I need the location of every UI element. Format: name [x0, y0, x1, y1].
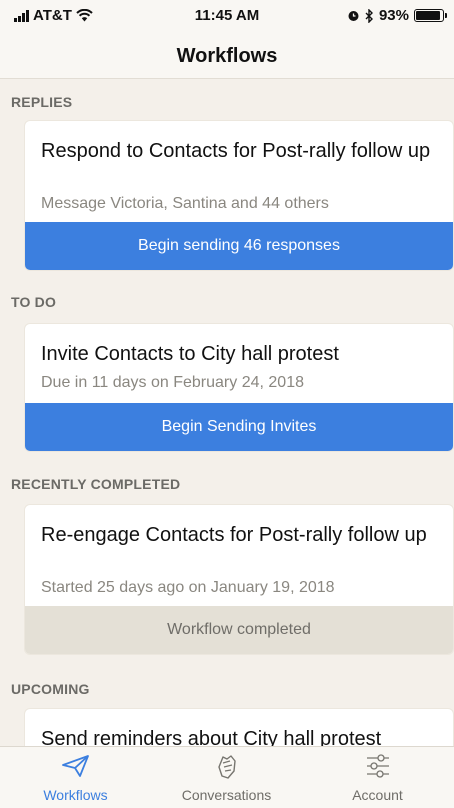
section-label-todo: TO DO: [11, 294, 57, 310]
tab-conversations[interactable]: Conversations: [151, 747, 302, 808]
section-label-upcoming: UPCOMING: [11, 681, 90, 697]
card-subtitle: Started 25 days ago on January 19, 2018: [41, 579, 335, 596]
section-label-replies: REPLIES: [11, 94, 73, 110]
tab-workflows[interactable]: Workflows: [0, 747, 151, 808]
bluetooth-icon: [365, 8, 373, 23]
status-right: 93%: [347, 7, 447, 24]
paper-plane-icon: [61, 755, 89, 777]
handshake-icon: [217, 755, 236, 779]
alarm-icon: [348, 11, 359, 21]
tab-account[interactable]: Account: [302, 747, 453, 808]
workflow-completed-status: Workflow completed: [25, 606, 453, 654]
card-subtitle: Message Victoria, Santina and 44 others: [41, 195, 329, 212]
workflow-list[interactable]: REPLIES Respond to Contacts for Post-ral…: [0, 79, 454, 746]
begin-sending-responses-button[interactable]: Begin sending 46 responses: [25, 222, 453, 270]
nav-bar: Workflows: [0, 30, 454, 79]
card-title: Invite Contacts to City hall protest: [41, 343, 339, 365]
battery-fill: [416, 11, 441, 20]
card-title: Send reminders about City hall protest: [41, 728, 382, 746]
battery-percent: 93%: [378, 7, 409, 24]
workflow-card-completed[interactable]: Re-engage Contacts for Post-rally follow…: [25, 505, 453, 654]
card-subtitle: Due in 11 days on February 24, 2018: [41, 374, 304, 391]
section-label-recently-completed: RECENTLY COMPLETED: [11, 476, 181, 492]
tab-label: Workflows: [43, 787, 108, 803]
tab-label: Conversations: [181, 787, 272, 803]
workflow-card-upcoming[interactable]: Send reminders about City hall protest: [25, 709, 453, 746]
page-title: Workflows: [176, 45, 278, 67]
workflow-card-todo[interactable]: Invite Contacts to City hall protest Due…: [25, 324, 453, 451]
sliders-icon: [366, 754, 389, 778]
tab-label: Account: [352, 787, 403, 803]
card-title: Re-engage Contacts for Post-rally follow…: [41, 524, 427, 546]
battery-icon: [414, 9, 447, 22]
begin-sending-invites-button[interactable]: Begin Sending Invites: [25, 403, 453, 451]
tab-bar: Workflows Conversations Account: [0, 746, 454, 808]
workflow-card-replies[interactable]: Respond to Contacts for Post-rally follo…: [25, 121, 453, 270]
card-title: Respond to Contacts for Post-rally follo…: [41, 140, 431, 162]
status-bar: AT&T 11:45 AM 93%: [0, 0, 454, 30]
